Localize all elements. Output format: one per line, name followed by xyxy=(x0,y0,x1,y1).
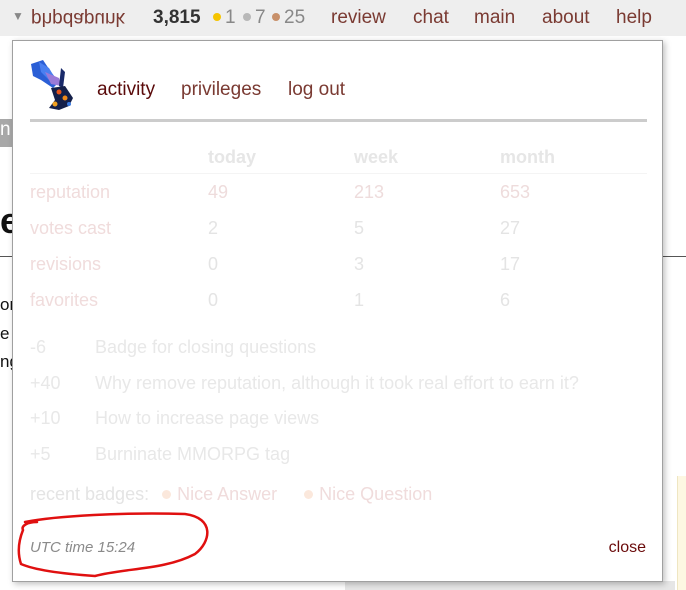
stats-row-label: favorites xyxy=(30,289,99,310)
background-divider-right xyxy=(662,256,686,257)
stats-value-month: 17 xyxy=(500,253,521,274)
recent-badges: recent badges: Nice Answer Nice Question xyxy=(30,484,432,505)
badge-nice-answer[interactable]: Nice Answer xyxy=(177,484,277,504)
stats-header-week: week xyxy=(354,146,399,167)
stats-row-votes-cast: votes cast 2 5 27 xyxy=(30,210,647,246)
stats-value-today: 2 xyxy=(208,217,219,238)
nav-about[interactable]: about xyxy=(542,7,590,29)
gold-badge-count: 1 xyxy=(225,7,236,28)
stats-value-week: 1 xyxy=(354,289,365,310)
stats-row-revisions: revisions 0 3 17 xyxy=(30,246,647,282)
bronze-badge-icon xyxy=(304,489,314,499)
stats-row-label: reputation xyxy=(30,181,111,202)
dropdown-triangle-icon[interactable]: ▼ xyxy=(12,9,24,23)
stats-row-label: revisions xyxy=(30,253,102,274)
reputation-change-title[interactable]: Burninate MMORPG tag xyxy=(95,444,290,465)
badge-nice-question[interactable]: Nice Question xyxy=(319,484,432,504)
background-notice-box xyxy=(677,476,686,590)
nav-review[interactable]: review xyxy=(331,7,386,29)
background-panel xyxy=(345,581,675,590)
stats-header-month: month xyxy=(500,146,555,167)
stats-header-blank xyxy=(30,141,208,174)
tabs-divider xyxy=(30,119,647,122)
reputation-change-title[interactable]: Badge for closing questions xyxy=(95,337,316,358)
tab-privileges[interactable]: privileges xyxy=(181,79,261,101)
gold-badge-icon xyxy=(213,13,221,21)
nav-chat[interactable]: chat xyxy=(413,7,449,29)
stats-row-reputation: reputation 49 213 653 xyxy=(30,174,647,211)
reputation-change-amount: -6 xyxy=(30,337,47,357)
reputation-score[interactable]: 3,815 xyxy=(153,7,201,29)
username-link[interactable]: phpdapunk xyxy=(31,7,125,29)
silver-badge-count: 7 xyxy=(255,7,266,28)
user-activity-popup: activity privileges log out today week m… xyxy=(12,40,663,582)
reputation-change-title[interactable]: How to increase page views xyxy=(95,408,319,429)
bronze-badge-icon xyxy=(162,489,172,499)
stats-value-month: 653 xyxy=(500,181,531,202)
top-bar: ▼ phpdapunk 3,815 1 7 25 review chat mai… xyxy=(0,0,686,36)
reputation-change-amount: +5 xyxy=(30,443,51,464)
reputation-change-amount: +40 xyxy=(30,372,61,393)
stats-row-favorites: favorites 0 1 6 xyxy=(30,282,647,318)
stats-value-month: 27 xyxy=(500,217,521,238)
bronze-badge-icon xyxy=(272,13,280,21)
stats-value-week: 3 xyxy=(354,253,365,274)
reputation-change-amount: +10 xyxy=(30,408,61,428)
bronze-badge-count: 25 xyxy=(284,7,306,28)
stats-header-today: today xyxy=(208,146,257,167)
stats-value-today: 0 xyxy=(208,253,219,274)
avatar[interactable] xyxy=(29,58,77,112)
stats-header-row: today week month xyxy=(30,141,647,174)
close-button[interactable]: close xyxy=(609,539,646,557)
silver-badge-icon xyxy=(243,13,251,21)
tab-activity[interactable]: activity xyxy=(97,79,155,101)
recent-badges-label: recent badges: xyxy=(30,484,150,504)
stats-value-week: 5 xyxy=(354,217,365,238)
reputation-change-title[interactable]: Why remove reputation, although it took … xyxy=(95,373,579,394)
utc-time: UTC time 15:24 xyxy=(30,539,136,556)
stats-table: today week month reputation 49 213 653 v… xyxy=(30,141,647,318)
stats-value-month: 6 xyxy=(500,289,511,310)
stats-value-week: 213 xyxy=(354,181,385,202)
nav-help[interactable]: help xyxy=(616,7,652,29)
tab-log-out[interactable]: log out xyxy=(288,79,345,101)
stats-value-today: 0 xyxy=(208,289,219,310)
stats-row-label: votes cast xyxy=(30,217,112,238)
stats-value-today: 49 xyxy=(208,181,229,202)
nav-main[interactable]: main xyxy=(474,7,515,29)
